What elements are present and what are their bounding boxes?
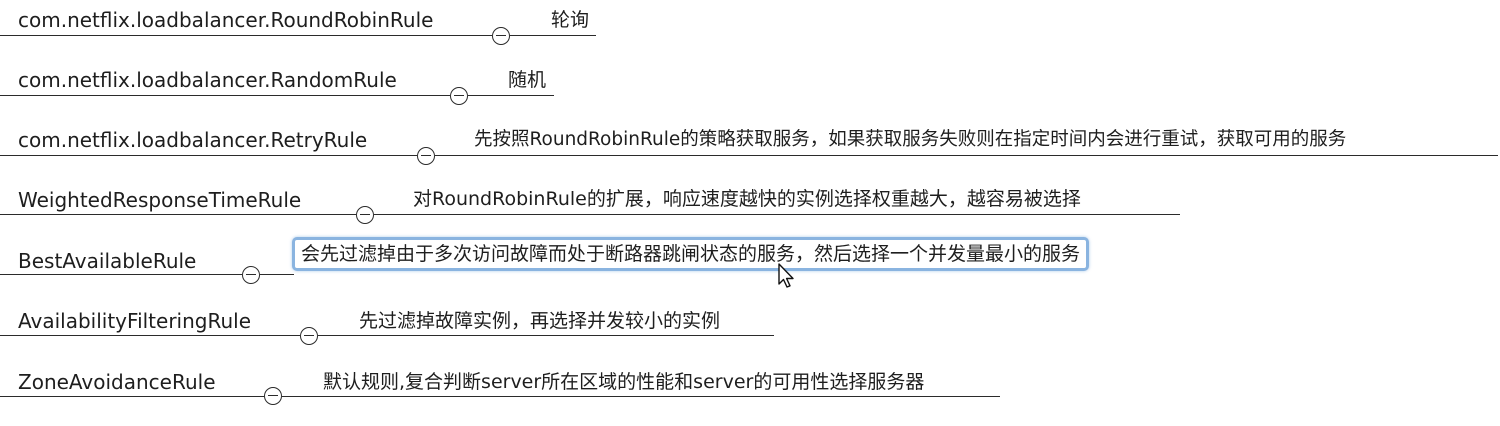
mindmap-node-random[interactable]: com.netflix.loadbalancer.RandomRule 随机 bbox=[0, 68, 1500, 128]
rule-description[interactable]: 对RoundRobinRule的扩展，响应速度越快的实例选择权重越大，越容易被选… bbox=[413, 187, 1081, 211]
collapse-toggle-icon[interactable] bbox=[417, 147, 435, 165]
rule-description[interactable]: 默认规则,复合判断server所在区域的性能和server的可用性选择服务器 bbox=[323, 370, 924, 394]
branch-line bbox=[0, 396, 264, 397]
mindmap-node-bestavailable[interactable]: BestAvailableRule 会先过滤掉由于多次访问故障而处于断路器跳闸状… bbox=[0, 237, 1500, 306]
connector-line bbox=[510, 35, 596, 36]
branch-line bbox=[0, 35, 492, 36]
connector-line bbox=[260, 274, 294, 275]
rule-name[interactable]: com.netflix.loadbalancer.RoundRobinRule bbox=[18, 8, 433, 32]
collapse-toggle-icon[interactable] bbox=[264, 387, 282, 405]
connector-line bbox=[435, 155, 1498, 156]
connector-line bbox=[282, 396, 1000, 397]
rule-description[interactable]: 先过滤掉故障实例，再选择并发较小的实例 bbox=[359, 309, 720, 333]
rule-description[interactable]: 轮询 bbox=[551, 8, 589, 32]
branch-line bbox=[0, 335, 300, 336]
mindmap-node-retry[interactable]: com.netflix.loadbalancer.RetryRule 先按照Ro… bbox=[0, 128, 1500, 188]
mindmap-node-zoneavoidance[interactable]: ZoneAvoidanceRule 默认规则,复合判断server所在区域的性能… bbox=[0, 366, 1500, 426]
mindmap-node-roundrobin[interactable]: com.netflix.loadbalancer.RoundRobinRule … bbox=[0, 8, 1500, 68]
mindmap-node-availabilityfiltering[interactable]: AvailabilityFilteringRule 先过滤掉故障实例，再选择并发… bbox=[0, 306, 1500, 366]
collapse-toggle-icon[interactable] bbox=[450, 87, 468, 105]
connector-line bbox=[468, 95, 554, 96]
branch-line bbox=[0, 274, 242, 275]
mouse-pointer-icon bbox=[778, 263, 794, 288]
branch-line bbox=[0, 95, 450, 96]
connector-line bbox=[374, 214, 1180, 215]
rule-name[interactable]: BestAvailableRule bbox=[18, 249, 196, 273]
collapse-toggle-icon[interactable] bbox=[242, 266, 260, 284]
rule-name[interactable]: ZoneAvoidanceRule bbox=[18, 370, 216, 394]
rule-name[interactable]: WeightedResponseTimeRule bbox=[18, 188, 301, 212]
rule-name[interactable]: com.netflix.loadbalancer.RandomRule bbox=[18, 68, 397, 92]
rule-name[interactable]: AvailabilityFilteringRule bbox=[18, 309, 251, 333]
collapse-toggle-icon[interactable] bbox=[356, 206, 374, 224]
rule-description-selected[interactable]: 会先过滤掉由于多次访问故障而处于断路器跳闸状态的服务，然后选择一个并发量最小的服… bbox=[292, 237, 1090, 271]
rule-name[interactable]: com.netflix.loadbalancer.RetryRule bbox=[18, 128, 367, 152]
rule-description[interactable]: 随机 bbox=[508, 68, 546, 92]
collapse-toggle-icon[interactable] bbox=[300, 327, 318, 345]
connector-line bbox=[318, 335, 774, 336]
collapse-toggle-icon[interactable] bbox=[492, 27, 510, 45]
branch-line bbox=[0, 155, 417, 156]
rule-description[interactable]: 先按照RoundRobinRule的策略获取服务，如果获取服务失败则在指定时间内… bbox=[474, 128, 1346, 152]
branch-line bbox=[0, 214, 356, 215]
